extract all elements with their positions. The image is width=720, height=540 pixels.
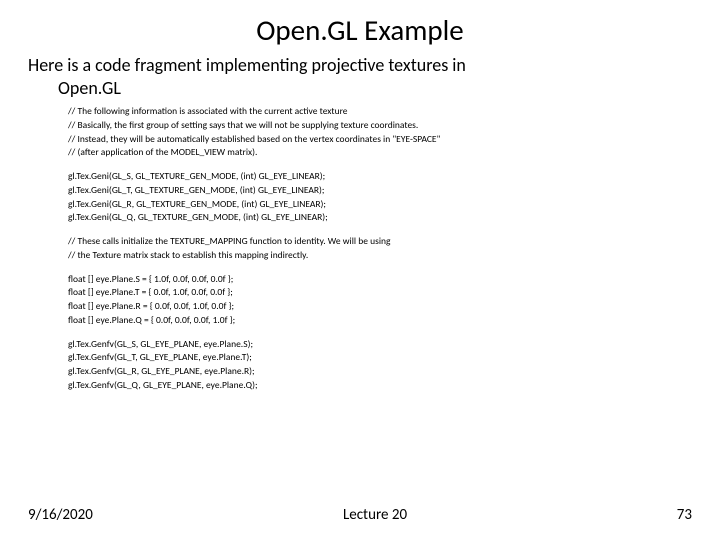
code-statement: gl.Tex.Genfv(GL_T, GL_EYE_PLANE, eye.Pla… — [68, 351, 692, 365]
code-comment: // the Texture matrix stack to establish… — [68, 249, 692, 263]
code-statement: gl.Tex.Geni(GL_S, GL_TEXTURE_GEN_MODE, (… — [68, 170, 692, 184]
footer-date: 9/16/2020 — [28, 506, 239, 524]
code-comment: // These calls initialize the TEXTURE_MA… — [68, 235, 692, 249]
intro-line2: Open.GL — [28, 77, 692, 100]
footer-lecture: Lecture 20 — [239, 506, 480, 524]
spacer — [68, 225, 692, 235]
code-statement: float [] eye.Plane.Q = { 0.0f, 0.0f, 0.0… — [68, 314, 692, 328]
spacer — [68, 328, 692, 338]
intro-text: Here is a code fragment implementing pro… — [28, 54, 692, 99]
code-comment: // The following information is associat… — [68, 105, 692, 119]
intro-line1: Here is a code fragment implementing pro… — [28, 54, 466, 76]
code-statement: gl.Tex.Genfv(GL_Q, GL_EYE_PLANE, eye.Pla… — [68, 379, 692, 393]
code-statement: gl.Tex.Genfv(GL_R, GL_EYE_PLANE, eye.Pla… — [68, 365, 692, 379]
code-comment: // (after application of the MODEL_VIEW … — [68, 146, 692, 160]
code-block: // The following information is associat… — [68, 105, 692, 393]
code-statement: gl.Tex.Geni(GL_T, GL_TEXTURE_GEN_MODE, (… — [68, 184, 692, 198]
footer-page: 73 — [481, 506, 692, 524]
code-statement: gl.Tex.Geni(GL_R, GL_TEXTURE_GEN_MODE, (… — [68, 198, 692, 212]
code-statement: gl.Tex.Geni(GL_Q, GL_TEXTURE_GEN_MODE, (… — [68, 211, 692, 225]
spacer — [68, 160, 692, 170]
code-statement: float [] eye.Plane.R = { 0.0f, 0.0f, 1.0… — [68, 300, 692, 314]
code-statement: float [] eye.Plane.S = { 1.0f, 0.0f, 0.0… — [68, 273, 692, 287]
code-comment: // Instead, they will be automatically e… — [68, 133, 692, 147]
spacer — [68, 263, 692, 273]
code-statement: gl.Tex.Genfv(GL_S, GL_EYE_PLANE, eye.Pla… — [68, 338, 692, 352]
code-comment: // Basically, the first group of setting… — [68, 119, 692, 133]
slide-title: Open.GL Example — [28, 12, 692, 48]
code-statement: float [] eye.Plane.T = { 0.0f, 1.0f, 0.0… — [68, 286, 692, 300]
slide-footer: 9/16/2020 Lecture 20 73 — [28, 506, 692, 524]
slide-container: Open.GL Example Here is a code fragment … — [0, 0, 720, 540]
